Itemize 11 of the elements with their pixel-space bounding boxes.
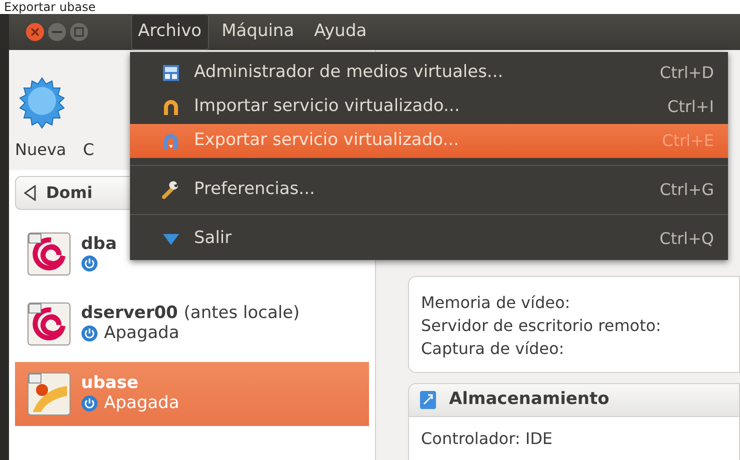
shortcut-text: Ctrl+E (662, 130, 714, 152)
shortcut-text: Ctrl+Q (660, 228, 714, 250)
shortcut-text: Ctrl+G (660, 179, 714, 201)
caption: Exportar ubase (3, 0, 97, 14)
detail-line: Servidor de escritorio remoto: (421, 314, 662, 337)
detail-line: Controlador: IDE (421, 428, 554, 450)
shortcut-text: Ctrl+D (660, 62, 714, 84)
storage-section-header: Almacenamiento (408, 383, 740, 418)
detail-line: Captura de vídeo: (421, 338, 566, 360)
detail-line: Memoria de vídeo: (421, 292, 572, 314)
shortcut-text: Ctrl+I (667, 96, 714, 118)
